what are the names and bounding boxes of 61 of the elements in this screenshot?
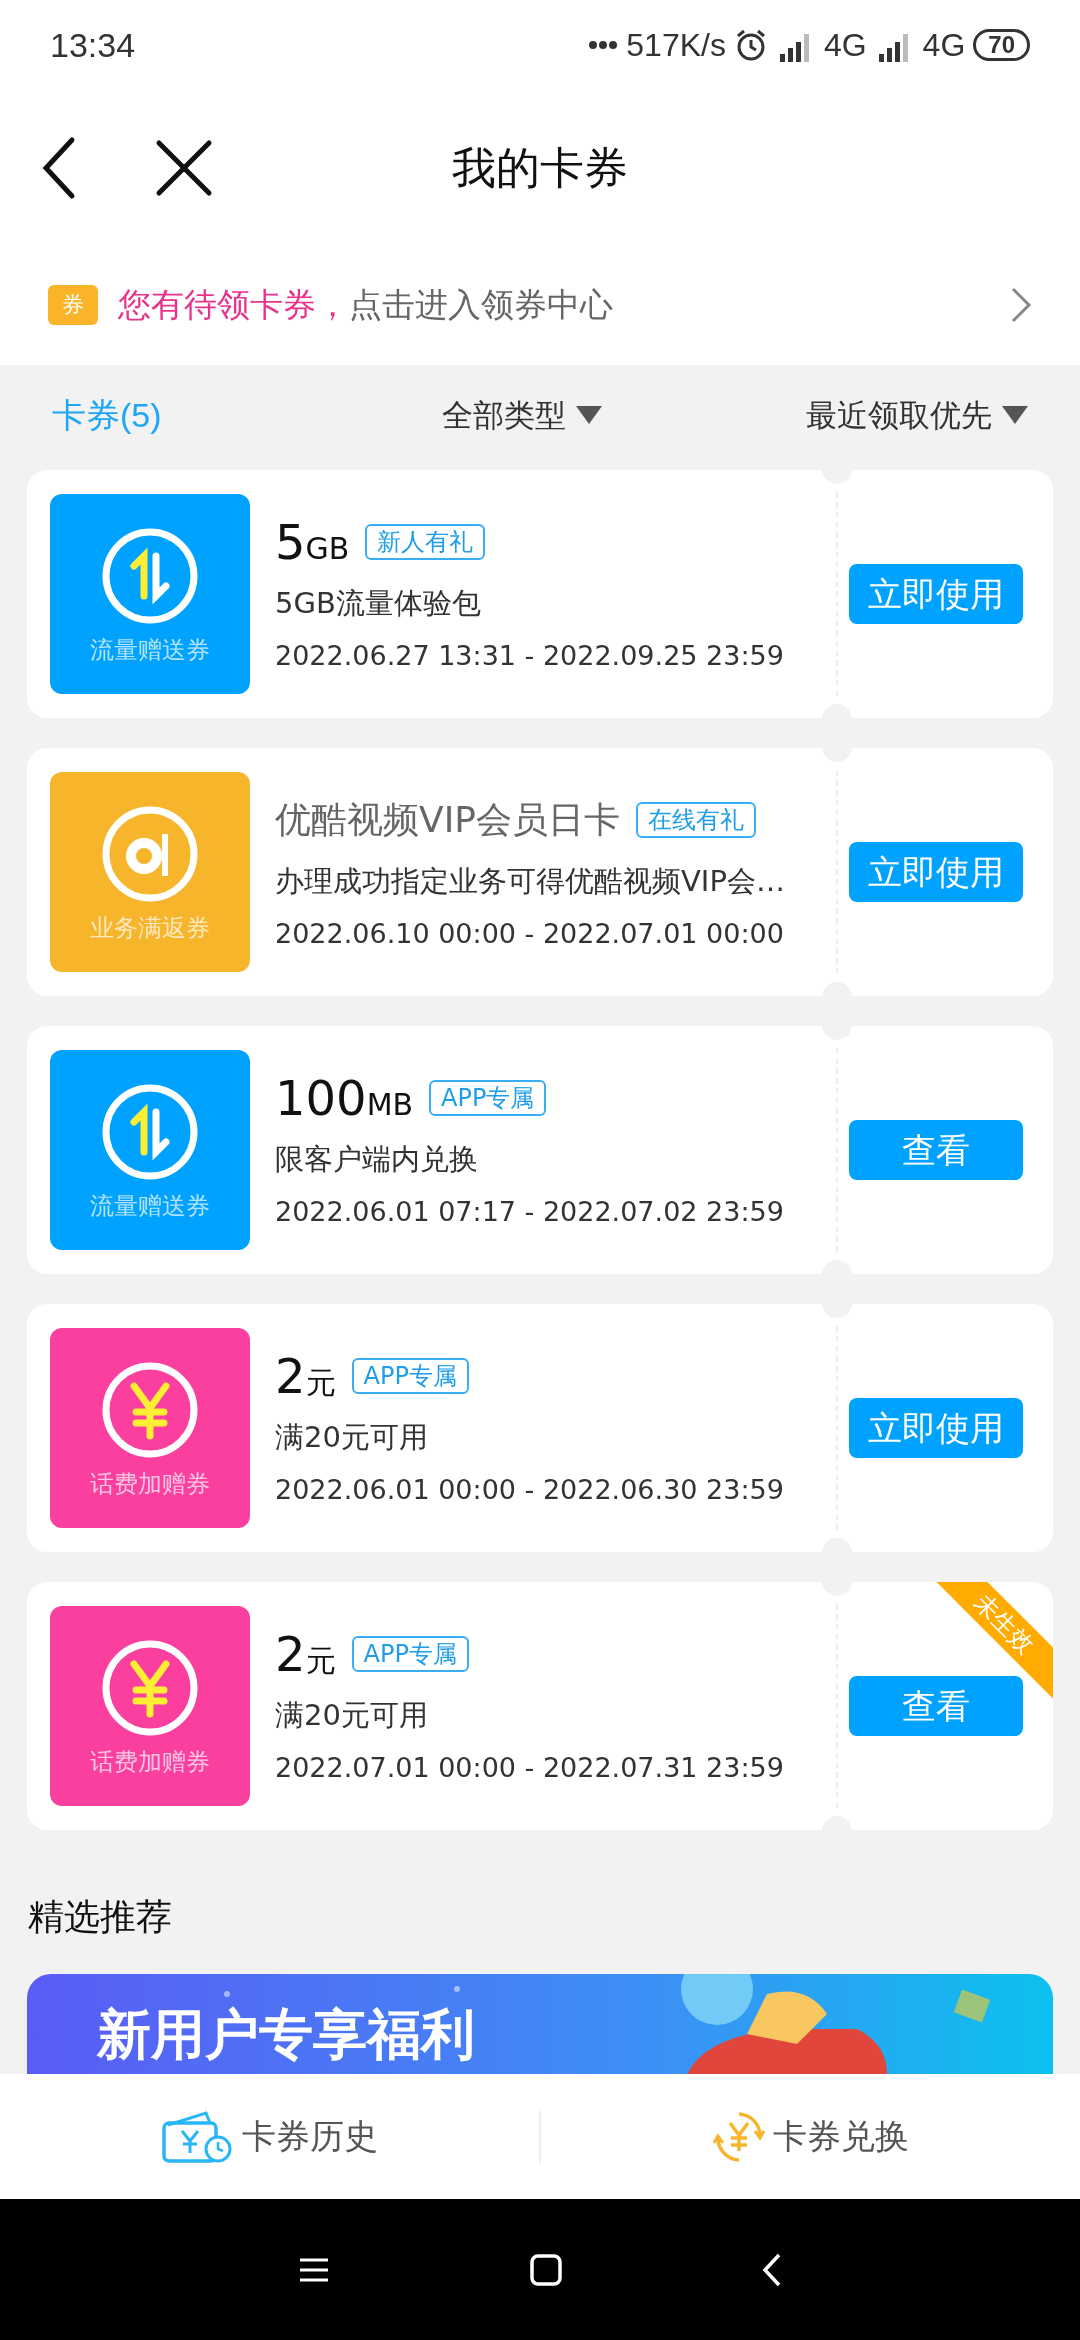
dropdown-icon (575, 406, 602, 424)
dropdown-icon (1002, 406, 1028, 424)
wallet-clock-icon (161, 2108, 234, 2165)
coupon-tag: APP专属 (351, 1636, 469, 1672)
banner-headline: 新用户专享福利 (97, 2004, 475, 2066)
coupon-type-label: 流量赠送券 (90, 638, 210, 662)
coupon-validity: 2022.06.01 07:17 - 2022.07.02 23:59 (275, 1194, 785, 1229)
menu-icon[interactable] (298, 2256, 330, 2283)
coupon-card[interactable]: 流量赠送券 100MB APP专属 限客户端内兑换 2022.06.01 07:17 - 2022.07.02 23:59 查看 (27, 1026, 1053, 1274)
close-icon[interactable] (155, 138, 213, 197)
coupon-description: 满20元可用 (275, 1697, 429, 1734)
coupon-badge: 券 (48, 285, 98, 325)
back-icon[interactable] (762, 2252, 782, 2287)
network-speed: 517K/s (626, 26, 726, 65)
coupon-type-label: 业务满返券 (90, 916, 210, 940)
yen-circle-icon (100, 1638, 200, 1738)
coupon-validity: 2022.06.01 00:00 - 2022.06.30 23:59 (275, 1472, 785, 1507)
coupon-tag: 在线有礼 (635, 802, 756, 838)
coupon-card[interactable]: 业务满返券 优酷视频VIP会员日卡 在线有礼 办理成功指定业务可得优酷视频VIP会… 2022.06.10 00:00 - 2022.07.01 00:00 立即使用 (27, 748, 1053, 996)
coupon-validity: 2022.07.01 00:00 - 2022.07.31 23:59 (275, 1750, 785, 1785)
coupon-center-notice[interactable]: 券 您有待领卡券，点击进入领券中心 (0, 245, 1080, 365)
network-type: 4G (823, 26, 867, 65)
arrows-circle-icon (100, 1082, 200, 1182)
coupon-card[interactable]: 话费加赠券 2元 APP专属 满20元可用 2022.07.01 00:00 - 2022.07.31 23:59 查看 未生效 (27, 1582, 1053, 1830)
promo-banner[interactable]: 新用户专享福利 (27, 1974, 1053, 2074)
coupon-amount: 100MB (275, 1069, 414, 1128)
coupon-description: 限客户端内兑换 (275, 1141, 479, 1178)
notice-highlight: 您有待领卡券， (118, 284, 349, 327)
coupon-description: 满20元可用 (275, 1419, 429, 1456)
coupon-validity: 2022.06.10 00:00 - 2022.07.01 00:00 (275, 916, 785, 951)
arrows-circle-icon (100, 526, 200, 626)
coupon-amount: 5GB (275, 513, 350, 572)
bottom-tab[interactable]: 卡券历史 (0, 2108, 539, 2165)
coupon-description: 办理成功指定业务可得优酷视频VIP会… (275, 863, 786, 900)
notice-text: 点击进入领券中心 (349, 284, 613, 327)
coupon-card[interactable]: 话费加赠券 2元 APP专属 满20元可用 2022.06.01 00:00 - 2022.06.30 23:59 立即使用 (27, 1304, 1053, 1552)
home-icon[interactable] (530, 2253, 562, 2286)
coupon-description: 5GB流量体验包 (275, 585, 482, 622)
network-type: 4G (922, 26, 966, 65)
status-time: 13:34 (50, 24, 136, 66)
chevron-right-icon (1010, 286, 1032, 324)
coupon-title: 优酷视频VIP会员日卡 (275, 798, 620, 842)
coupon-type-label: 话费加赠券 (90, 1750, 210, 1774)
bottom-tab[interactable]: 卡券兑换 (541, 2108, 1080, 2165)
type-filter-dropdown[interactable]: 全部类型 (441, 391, 602, 439)
yen-circle-icon (100, 1360, 200, 1460)
sort-filter-dropdown[interactable]: 最近领取优先 (806, 391, 1028, 439)
coupon-validity: 2022.06.27 13:31 - 2022.09.25 23:59 (275, 638, 785, 673)
coupon-amount: 2元 (275, 1625, 336, 1684)
coupon-amount: 2元 (275, 1347, 336, 1406)
coupon-tag: 新人有礼 (365, 524, 486, 560)
play-circle-icon (100, 804, 200, 904)
coupon-card[interactable]: 流量赠送券 5GB 新人有礼 5GB流量体验包 2022.06.27 13:31 - 2022.09.25 23:59 立即使用 (27, 470, 1053, 718)
section-title: 精选推荐 (28, 1895, 173, 1939)
coupon-type-label: 流量赠送券 (90, 1194, 210, 1218)
page-title: 我的卡券 (452, 140, 628, 195)
coupon-tag: APP专属 (429, 1080, 547, 1116)
coupon-tag: APP专属 (351, 1358, 469, 1394)
coupon-type-label: 话费加赠券 (90, 1472, 210, 1496)
dots-icon (588, 40, 619, 50)
battery-indicator: 70 (973, 29, 1030, 61)
